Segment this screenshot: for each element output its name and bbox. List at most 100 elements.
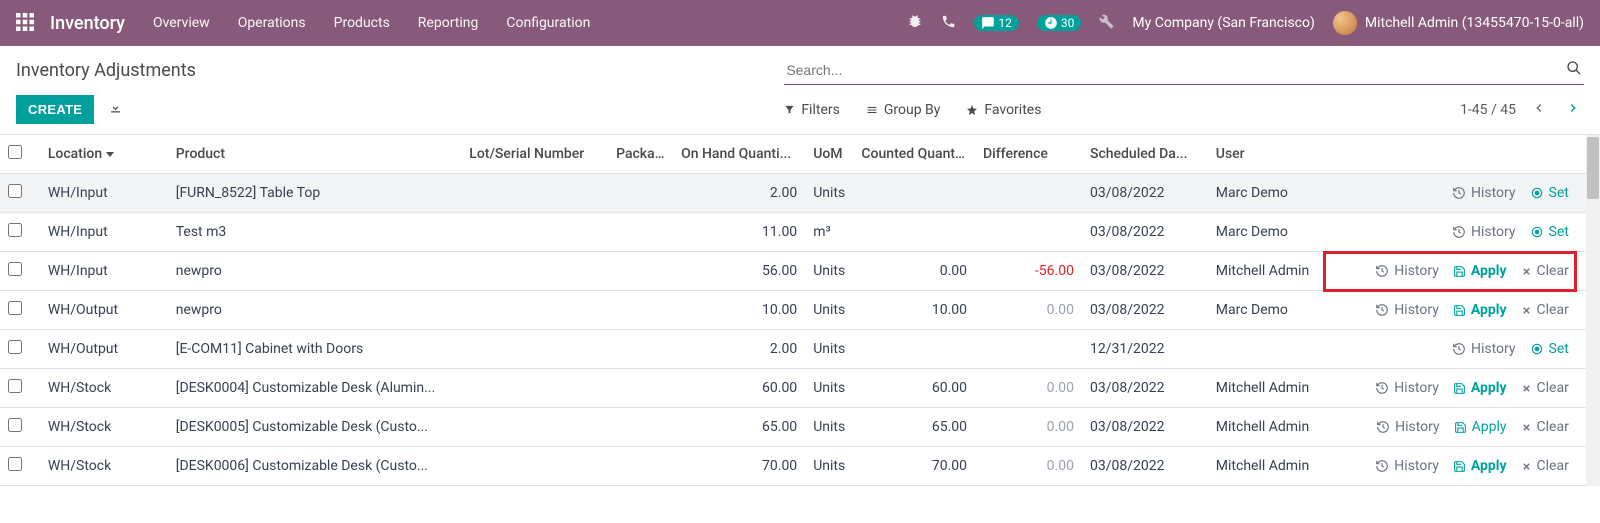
table-row[interactable]: WH/Output[E-COM11] Cabinet with Doors2.0… <box>0 330 1600 369</box>
col-package[interactable]: Packa... <box>608 135 673 174</box>
pager-prev[interactable] <box>1528 99 1550 121</box>
table-row[interactable]: WH/Input[FURN_8522] Table Top2.00Units03… <box>0 174 1600 213</box>
cell-counted[interactable]: 60.00 <box>853 369 975 408</box>
cell-scheduled[interactable]: 03/08/2022 <box>1082 252 1208 291</box>
company-selector[interactable]: My Company (San Francisco) <box>1132 15 1314 31</box>
menu-item-overview[interactable]: Overview <box>153 15 210 31</box>
cell-user[interactable]: Mitchell Admin <box>1208 252 1330 291</box>
table-row[interactable]: WH/Stock[DESK0005] Customizable Desk (Cu… <box>0 408 1600 447</box>
apps-icon[interactable] <box>16 13 36 33</box>
apply-button[interactable]: Apply <box>1454 419 1507 435</box>
filters-button[interactable]: Filters <box>784 102 840 118</box>
apply-button[interactable]: Apply <box>1453 458 1507 474</box>
col-uom[interactable]: UoM <box>805 135 853 174</box>
cell-scheduled[interactable]: 03/08/2022 <box>1082 213 1208 252</box>
cell-counted[interactable] <box>853 213 975 252</box>
set-button[interactable]: Set <box>1530 224 1569 240</box>
history-button[interactable]: History <box>1376 419 1440 435</box>
cell-package <box>608 213 673 252</box>
cell-counted[interactable]: 70.00 <box>853 447 975 486</box>
col-product[interactable]: Product <box>168 135 462 174</box>
col-onhand[interactable]: On Hand Quanti... <box>673 135 805 174</box>
cell-user[interactable]: Mitchell Admin <box>1208 447 1330 486</box>
menu-item-configuration[interactable]: Configuration <box>506 15 590 31</box>
cell-scheduled[interactable]: 03/08/2022 <box>1082 291 1208 330</box>
col-counted[interactable]: Counted Quantity <box>853 135 975 174</box>
col-user[interactable]: User <box>1208 135 1330 174</box>
clear-button[interactable]: Clear <box>1521 302 1569 318</box>
scroll-thumb[interactable] <box>1587 137 1599 199</box>
cell-user[interactable]: Marc Demo <box>1208 213 1330 252</box>
history-button[interactable]: History <box>1452 185 1516 201</box>
clear-button[interactable]: Clear <box>1521 263 1569 279</box>
clear-button[interactable]: Clear <box>1521 419 1569 435</box>
cell-user[interactable]: Mitchell Admin <box>1208 408 1330 447</box>
cell-counted[interactable] <box>853 174 975 213</box>
cell-counted[interactable]: 10.00 <box>853 291 975 330</box>
app-brand[interactable]: Inventory <box>50 13 125 34</box>
search-input[interactable] <box>786 62 1566 78</box>
select-all-checkbox[interactable] <box>8 145 22 159</box>
table-row[interactable]: WH/Inputnewpro56.00Units0.00-56.0003/08/… <box>0 252 1600 291</box>
cell-user[interactable]: Marc Demo <box>1208 291 1330 330</box>
row-checkbox[interactable] <box>8 379 22 393</box>
row-checkbox[interactable] <box>8 262 22 276</box>
search-box[interactable] <box>784 56 1584 85</box>
table-row[interactable]: WH/Outputnewpro10.00Units10.000.0003/08/… <box>0 291 1600 330</box>
set-button[interactable]: Set <box>1530 341 1569 357</box>
cell-scheduled[interactable]: 03/08/2022 <box>1082 174 1208 213</box>
clear-button[interactable]: Clear <box>1521 380 1569 396</box>
tools-icon[interactable] <box>1099 14 1114 33</box>
apply-button[interactable]: Apply <box>1453 263 1507 279</box>
user-menu[interactable]: Mitchell Admin (13455470-15-0-all) <box>1333 11 1584 35</box>
menu-item-products[interactable]: Products <box>334 15 390 31</box>
cell-scheduled[interactable]: 03/08/2022 <box>1082 408 1208 447</box>
row-checkbox[interactable] <box>8 418 22 432</box>
row-checkbox[interactable] <box>8 340 22 354</box>
pager[interactable]: 1-45 / 45 <box>1460 102 1516 118</box>
cell-counted[interactable]: 65.00 <box>853 408 975 447</box>
col-lot[interactable]: Lot/Serial Number <box>461 135 608 174</box>
clear-button[interactable]: Clear <box>1521 458 1569 474</box>
history-button[interactable]: History <box>1452 224 1516 240</box>
cell-scheduled[interactable]: 03/08/2022 <box>1082 369 1208 408</box>
history-button[interactable]: History <box>1375 458 1439 474</box>
scrollbar[interactable] <box>1586 135 1600 486</box>
history-button[interactable]: History <box>1452 341 1516 357</box>
phone-icon[interactable] <box>941 14 956 33</box>
cell-counted[interactable] <box>853 330 975 369</box>
table-row[interactable]: WH/Stock[DESK0004] Customizable Desk (Al… <box>0 369 1600 408</box>
cell-scheduled[interactable]: 03/08/2022 <box>1082 447 1208 486</box>
favorites-button[interactable]: Favorites <box>966 102 1041 118</box>
cell-user[interactable] <box>1208 330 1330 369</box>
apply-button[interactable]: Apply <box>1453 380 1507 396</box>
cell-user[interactable]: Marc Demo <box>1208 174 1330 213</box>
create-button[interactable]: CREATE <box>16 95 94 124</box>
table-row[interactable]: WH/InputTest m311.00m³03/08/2022Marc Dem… <box>0 213 1600 252</box>
activities-button[interactable]: 30 <box>1037 15 1082 31</box>
history-button[interactable]: History <box>1375 302 1439 318</box>
set-button[interactable]: Set <box>1530 185 1569 201</box>
col-diff[interactable]: Difference <box>975 135 1082 174</box>
cell-counted[interactable]: 0.00 <box>853 252 975 291</box>
row-checkbox[interactable] <box>8 184 22 198</box>
bug-icon[interactable] <box>907 13 923 33</box>
history-button[interactable]: History <box>1375 380 1439 396</box>
row-checkbox[interactable] <box>8 457 22 471</box>
download-icon[interactable] <box>108 100 123 119</box>
cell-user[interactable]: Mitchell Admin <box>1208 369 1330 408</box>
apply-button[interactable]: Apply <box>1453 302 1507 318</box>
pager-next[interactable] <box>1562 99 1584 121</box>
menu-item-reporting[interactable]: Reporting <box>418 15 479 31</box>
cell-scheduled[interactable]: 12/31/2022 <box>1082 330 1208 369</box>
row-checkbox[interactable] <box>8 223 22 237</box>
history-button[interactable]: History <box>1375 263 1439 279</box>
col-location[interactable]: Location <box>40 135 168 174</box>
groupby-button[interactable]: Group By <box>866 102 941 118</box>
menu-item-operations[interactable]: Operations <box>238 15 306 31</box>
table-row[interactable]: WH/Stock[DESK0006] Customizable Desk (Cu… <box>0 447 1600 486</box>
col-scheduled[interactable]: Scheduled Da... <box>1082 135 1208 174</box>
messages-button[interactable]: 12 <box>974 15 1019 31</box>
search-icon[interactable] <box>1566 60 1582 80</box>
row-checkbox[interactable] <box>8 301 22 315</box>
